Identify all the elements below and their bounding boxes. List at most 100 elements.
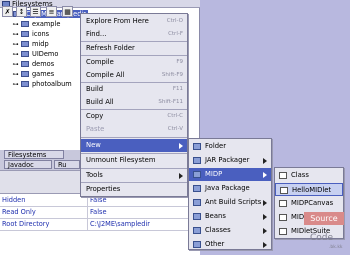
tree-item-icons[interactable]: ⊶ icons bbox=[12, 29, 50, 39]
menu-item-compile[interactable]: Compile F9 bbox=[81, 56, 187, 69]
tree-item-games[interactable]: ⊶ games bbox=[12, 69, 55, 79]
context-menu: Explore From Here Ctrl-O Find... Ctrl-F Re… bbox=[80, 13, 188, 197]
watermark-small: .bk.kk bbox=[329, 245, 343, 250]
property-key: Read Only bbox=[2, 208, 36, 216]
submenu-arrow-icon bbox=[263, 242, 267, 248]
tree-item-uidemo[interactable]: ⊶ UIDemo bbox=[12, 49, 59, 59]
menu-item-jar-packager[interactable]: JAR Packager bbox=[189, 154, 271, 167]
menu-label: Classes bbox=[205, 226, 231, 234]
property-row[interactable]: Root Directory C:\J2ME\sampledir bbox=[0, 218, 200, 231]
menu-item-build[interactable]: Build F11 bbox=[81, 83, 187, 96]
menu-shortcut: Ctrl-O bbox=[166, 18, 183, 24]
filter-icon[interactable]: ≡ bbox=[46, 6, 57, 17]
tab-runtime[interactable]: Ru bbox=[54, 160, 80, 169]
file-icon bbox=[280, 187, 288, 194]
file-icon bbox=[279, 172, 287, 179]
menu-item-ant-build-scripts[interactable]: Ant Build Scripts bbox=[189, 196, 271, 209]
tree-item-label: photoalbum bbox=[32, 80, 72, 88]
menu-item-folder[interactable]: Folder bbox=[189, 140, 271, 153]
tree-item-label: games bbox=[32, 70, 55, 78]
menu-item-classes[interactable]: Classes bbox=[189, 224, 271, 237]
watermark-code: Code bbox=[310, 233, 334, 243]
sort-icon[interactable]: ✗ bbox=[2, 6, 13, 17]
folder-icon bbox=[193, 241, 201, 248]
menu-label: MIDPCanvas bbox=[291, 199, 334, 207]
menu-label: Build bbox=[86, 85, 104, 93]
menu-shortcut: Shift-F11 bbox=[158, 99, 183, 105]
menu-item-explore-from-here[interactable]: Explore From Here Ctrl-O bbox=[81, 15, 187, 28]
tab-javadoc[interactable]: Javadoc bbox=[4, 160, 52, 169]
menu-separator bbox=[81, 137, 187, 138]
menu-label: Compile All bbox=[86, 71, 125, 79]
folder-icon bbox=[21, 71, 29, 77]
sort-by-name-icon[interactable]: ↕ bbox=[16, 6, 27, 17]
menu-item-midpcanvas[interactable]: MIDPCanvas bbox=[275, 197, 343, 210]
menu-item-tools[interactable]: Tools bbox=[81, 169, 187, 182]
tree-item-photoalbum[interactable]: ⊶ photoalbum bbox=[12, 79, 72, 89]
expand-icon[interactable]: ⊶ bbox=[12, 80, 19, 90]
tree-item-label: example bbox=[32, 20, 61, 28]
menu-label: Explore From Here bbox=[86, 17, 149, 25]
menu-item-copy[interactable]: Copy Ctrl-C bbox=[81, 110, 187, 123]
menu-label: Unmount Filesystem bbox=[86, 156, 156, 164]
submenu-arrow-icon bbox=[263, 228, 267, 234]
menu-item-build-all[interactable]: Build All Shift-F11 bbox=[81, 96, 187, 109]
menu-item-midp[interactable]: MIDP bbox=[189, 168, 271, 181]
menu-shortcut: Ctrl-F bbox=[168, 31, 183, 37]
menu-label: Paste bbox=[86, 125, 105, 133]
menu-item-hellomidlet[interactable]: HelloMIDlet bbox=[275, 183, 343, 196]
property-value[interactable]: C:\J2ME\sampledir bbox=[87, 218, 150, 230]
tree-item-example[interactable]: ⊶ example bbox=[12, 19, 61, 29]
menu-label: Java Package bbox=[205, 184, 250, 192]
file-icon bbox=[279, 200, 287, 207]
watermark-source: Source bbox=[304, 212, 344, 225]
menu-label: Tools bbox=[86, 171, 103, 179]
menu-label: Refresh Folder bbox=[86, 44, 135, 52]
tab-label: Ru bbox=[58, 161, 67, 169]
submenu-arrow-icon bbox=[179, 173, 183, 179]
menu-label: MIDP bbox=[205, 170, 223, 178]
tab-label: Filesystems bbox=[8, 151, 47, 159]
menu-item-refresh-folder[interactable]: Refresh Folder bbox=[81, 42, 187, 55]
folder-icon bbox=[21, 61, 29, 67]
submenu-arrow-icon bbox=[179, 143, 183, 149]
menu-shortcut: Ctrl-C bbox=[167, 113, 183, 119]
menu-label: Beans bbox=[205, 212, 226, 220]
menu-item-java-package[interactable]: Java Package bbox=[189, 182, 271, 195]
tree-item-midp[interactable]: ⊶ midp bbox=[12, 39, 49, 49]
menu-item-find[interactable]: Find... Ctrl-F bbox=[81, 28, 187, 41]
menu-item-properties[interactable]: Properties bbox=[81, 183, 187, 196]
new-submenu: Folder JAR Packager MIDP Java Package An… bbox=[188, 138, 272, 250]
menu-shortcut: F9 bbox=[176, 59, 183, 65]
menu-shortcut: Shift-F9 bbox=[161, 72, 183, 78]
menu-item-beans[interactable]: Beans bbox=[189, 210, 271, 223]
folder-icon bbox=[21, 81, 29, 87]
file-icon bbox=[279, 214, 287, 221]
menu-item-new[interactable]: New bbox=[81, 139, 187, 152]
property-value[interactable]: False bbox=[87, 206, 107, 218]
tab-label: Javadoc bbox=[8, 161, 34, 169]
sort-by-type-icon[interactable]: ☰ bbox=[30, 6, 41, 17]
midp-submenu: Class HelloMIDlet MIDPCanvas MIDlet MIDl… bbox=[274, 167, 344, 239]
menu-label: JAR Packager bbox=[205, 156, 250, 164]
customize-icon[interactable]: ▦ bbox=[62, 6, 73, 17]
folder-icon bbox=[193, 227, 201, 234]
folder-icon bbox=[21, 51, 29, 57]
folder-icon bbox=[193, 185, 201, 192]
menu-label: New bbox=[86, 141, 101, 149]
folder-icon bbox=[21, 21, 29, 27]
menu-item-other[interactable]: Other bbox=[189, 238, 271, 250]
properties-table: Hidden False Read Only False Root Direct… bbox=[0, 194, 200, 255]
tree-item-demos[interactable]: ⊶ demos bbox=[12, 59, 55, 69]
tree-item-label: midp bbox=[32, 40, 49, 48]
menu-item-compile-all[interactable]: Compile All Shift-F9 bbox=[81, 69, 187, 82]
folder-icon bbox=[193, 143, 201, 150]
menu-item-paste[interactable]: Paste Ctrl-V bbox=[81, 123, 187, 136]
tab-filesystems[interactable]: Filesystems bbox=[4, 150, 64, 159]
menu-label: Build All bbox=[86, 98, 114, 106]
menu-label: Class bbox=[291, 171, 309, 179]
folder-icon bbox=[193, 157, 201, 164]
menu-item-unmount-filesystem[interactable]: Unmount Filesystem bbox=[81, 154, 187, 167]
folder-icon bbox=[21, 31, 29, 37]
menu-item-class[interactable]: Class bbox=[275, 169, 343, 182]
